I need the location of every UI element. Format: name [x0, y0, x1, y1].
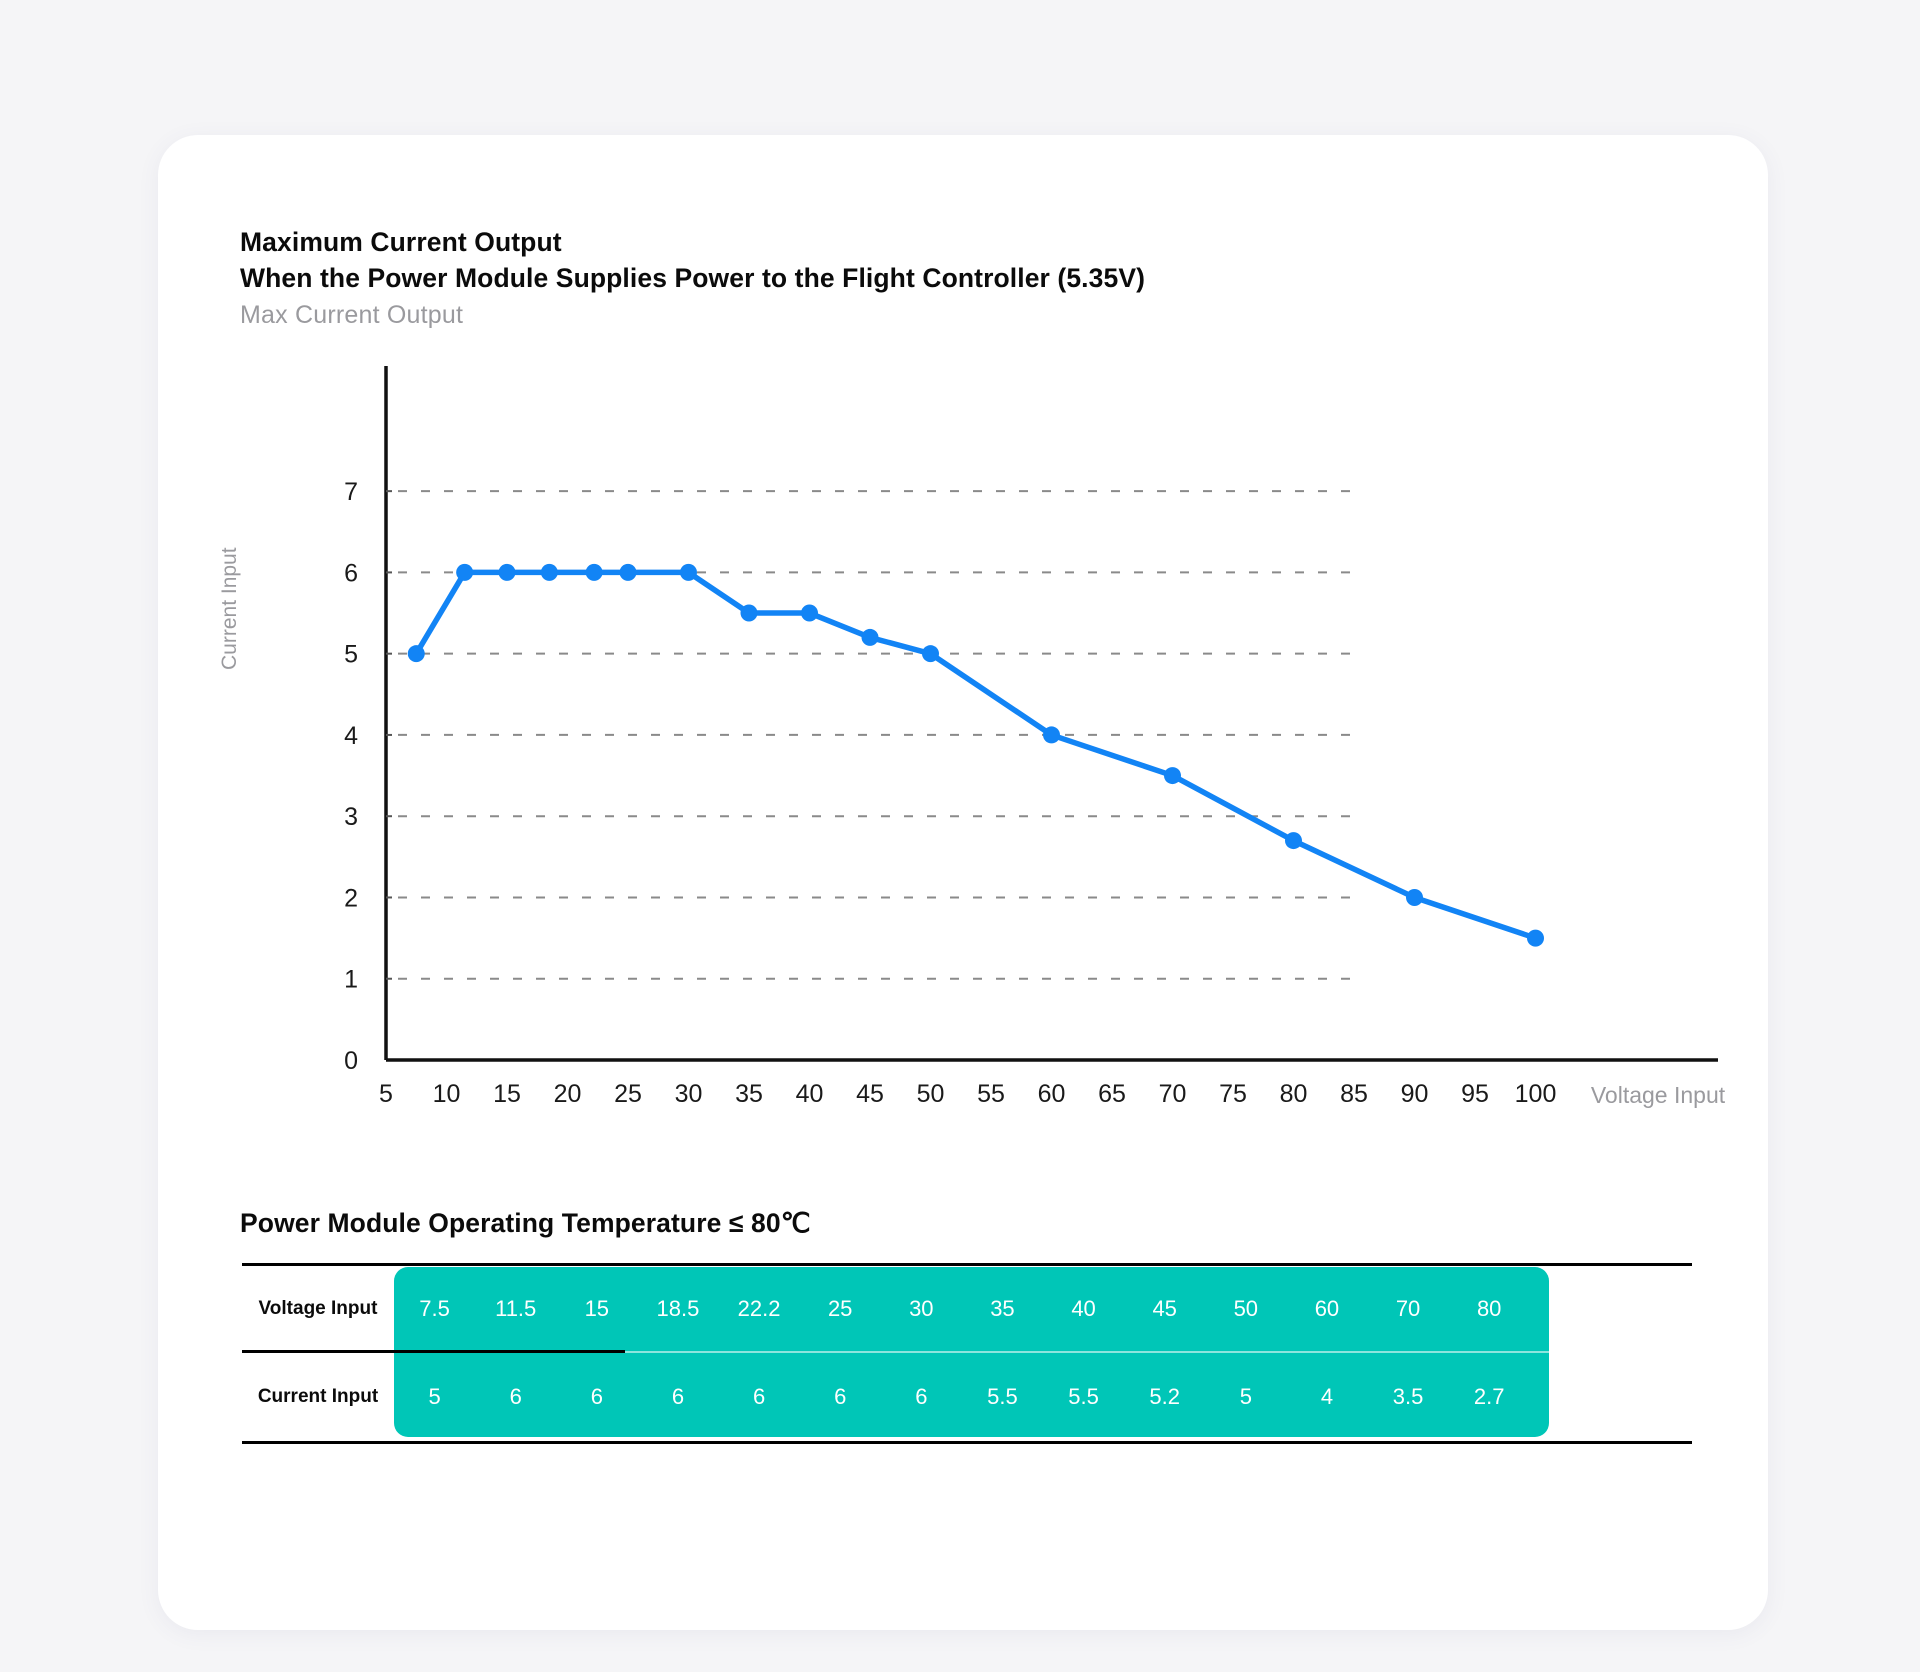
line-chart: 0 1 2 3 4 5 6 7 Current Input 5 10 15 20 25 30 35 40 45 50… [198, 340, 1738, 1130]
x-tick-label: 20 [554, 1080, 582, 1108]
chart-title-line-2: When the Power Module Supplies Power to … [240, 263, 1146, 293]
table-heading: Power Module Operating Temperature ≤ 80℃ [240, 1208, 811, 1238]
x-tick-label: 50 [917, 1080, 945, 1108]
x-axis-label: Voltage Input [1591, 1082, 1726, 1108]
table-rule-bottom [242, 1441, 1692, 1444]
y-tick-label: 4 [344, 722, 358, 750]
x-tick-label: 70 [1159, 1080, 1187, 1108]
data-point[interactable] [1406, 888, 1423, 906]
table-cell: 6 [834, 1384, 847, 1409]
data-point[interactable] [1285, 832, 1302, 850]
y-tick-label: 3 [344, 803, 358, 831]
x-tick-label: 25 [614, 1080, 642, 1108]
table-row: Voltage Input 7.5 11.5 15 18.5 22.2 25 30 35 40 4… [242, 1266, 1692, 1352]
data-point[interactable] [922, 645, 939, 663]
y-tick-label: 6 [344, 559, 358, 587]
table-cell: 30 [909, 1296, 934, 1321]
table-cell: 5.5 [1068, 1384, 1099, 1409]
data-point[interactable] [1043, 726, 1060, 744]
y-tick-label: 5 [344, 641, 358, 669]
table-cell: 40 [1071, 1296, 1096, 1321]
table-cell: 3.5 [1392, 1384, 1424, 1409]
table-cell: 22.2 [737, 1296, 781, 1321]
table-cell: 5.2 [1149, 1384, 1180, 1409]
x-tick-label: 30 [675, 1080, 703, 1108]
data-point[interactable] [407, 645, 425, 663]
x-tick-label: 60 [1038, 1080, 1066, 1108]
table-cell: 2.7 [1473, 1384, 1505, 1409]
x-tick-label: 10 [433, 1080, 461, 1108]
series-label: Max Current Output [240, 301, 464, 329]
y-axis-label: Current Input [218, 547, 241, 670]
y-tick-label: 7 [344, 478, 358, 506]
y-tick-label: 0 [344, 1047, 358, 1075]
x-tick-label: 80 [1280, 1080, 1308, 1108]
data-point[interactable] [1527, 929, 1544, 947]
x-tick-label: 75 [1219, 1080, 1247, 1108]
table-cell: 90 [1558, 1296, 1583, 1321]
table-cell: 70 [1395, 1296, 1421, 1321]
table-cell: 6 [915, 1384, 928, 1409]
table-row-cells: 5 6 6 6 6 6 6 5.5 5.5 5.2 5 4 3.5 2.7 2 1.5 [394, 1354, 1692, 1440]
x-tick-label: 5 [379, 1080, 393, 1108]
data-point[interactable] [456, 563, 474, 581]
data-point[interactable] [861, 628, 879, 646]
x-tick-label: 40 [796, 1080, 824, 1108]
x-tick-label: 100 [1515, 1080, 1557, 1108]
chart-canvas: 01234567Current Input5 10 15 20 25 30 35 40 45 50… [218, 366, 1726, 1108]
x-tick-label: 45 [856, 1080, 884, 1108]
data-point[interactable] [740, 604, 758, 622]
table-cell: 6 [509, 1384, 522, 1409]
x-tick-label: 35 [735, 1080, 763, 1108]
table-cell: 6 [590, 1384, 603, 1409]
table-cell: 80 [1476, 1296, 1502, 1321]
table-row-cells: 7.5 11.5 15 18.5 22.2 25 30 35 40 45 50 60 70 80 90 100 [394, 1266, 1692, 1352]
table-cell: 11.5 [495, 1296, 537, 1321]
data-point[interactable] [619, 563, 637, 581]
data-point[interactable] [540, 563, 558, 581]
table-cell: 5.5 [987, 1384, 1018, 1409]
table-cell: 5 [1239, 1384, 1252, 1409]
table-cell: 7.5 [419, 1296, 450, 1321]
table-cell: 35 [990, 1296, 1015, 1321]
chart-title-line-1: Maximum Current Output [240, 227, 562, 257]
data-point[interactable] [585, 563, 603, 581]
x-tick-label: 85 [1340, 1080, 1368, 1108]
x-tick-label: 65 [1098, 1080, 1126, 1108]
data-series-line [413, 569, 1539, 941]
table-cell: 2 [1564, 1384, 1577, 1409]
table-cell: 18.5 [656, 1296, 700, 1321]
table-row-label: Current Input [257, 1386, 379, 1407]
table-row-label: Voltage Input [258, 1298, 378, 1319]
y-tick-label: 2 [344, 884, 358, 912]
x-tick-label: 90 [1401, 1080, 1429, 1108]
data-point[interactable] [680, 563, 697, 581]
table-cell: 4 [1320, 1384, 1334, 1409]
chart-title-group: Maximum Current Output When the Power Mo… [240, 224, 1540, 296]
y-tick-label: 1 [344, 966, 358, 994]
table-cell: 45 [1152, 1296, 1177, 1321]
table-cell: 15 [584, 1296, 610, 1321]
x-tick-label: 15 [493, 1080, 521, 1108]
table-row: Current Input 5 6 6 6 6 6 6 5.5 5.5 5.2 5 4 3.5 2.7 2 1… [242, 1354, 1692, 1440]
table-cell: 6 [671, 1384, 685, 1409]
data-point[interactable] [1164, 767, 1181, 785]
x-tick-label: 95 [1461, 1080, 1489, 1108]
table-cell: 6 [752, 1384, 766, 1409]
table-cell: 5 [428, 1384, 441, 1409]
data-point[interactable] [801, 604, 818, 622]
table-cell: 60 [1314, 1296, 1340, 1321]
x-tick-label: 55 [977, 1080, 1005, 1108]
table-cell: 1.5 [1636, 1384, 1667, 1409]
table-cell: 25 [827, 1296, 853, 1321]
content-card: Maximum Current Output When the Power Mo… [158, 135, 1768, 1630]
table-cell: 50 [1233, 1296, 1259, 1321]
table-cell: 100 [1633, 1296, 1670, 1321]
data-point[interactable] [498, 563, 516, 581]
page-root: Maximum Current Output When the Power Mo… [0, 0, 1920, 1672]
